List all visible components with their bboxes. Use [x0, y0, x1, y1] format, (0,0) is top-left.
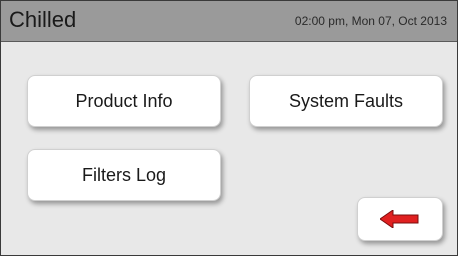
header-bar: Chilled 02:00 pm, Mon 07, Oct 2013 — [1, 1, 457, 42]
product-info-button[interactable]: Product Info — [27, 75, 221, 127]
back-arrow-icon — [380, 210, 419, 228]
system-faults-label: System Faults — [288, 90, 404, 111]
product-info-label: Product Info — [75, 90, 173, 111]
system-faults-button[interactable]: System Faults — [249, 75, 443, 127]
datetime-display: 02:00 pm, Mon 07, Oct 2013 — [294, 14, 447, 28]
display-screen: Chilled 02:00 pm, Mon 07, Oct 2013 Produ… — [0, 0, 458, 256]
back-button[interactable] — [357, 197, 443, 241]
screen-title: Chilled — [9, 7, 77, 32]
filters-log-button[interactable]: Filters Log — [27, 149, 221, 201]
filters-log-label: Filters Log — [81, 164, 167, 185]
